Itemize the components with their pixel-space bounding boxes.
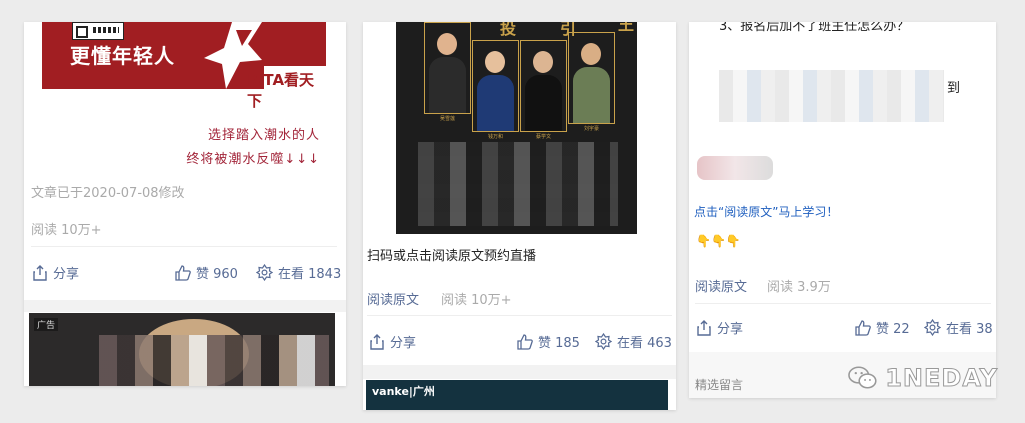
watermark-text: 1NEDAY bbox=[885, 364, 998, 393]
like-button[interactable]: 赞 960 bbox=[175, 263, 238, 282]
read-original-link[interactable]: 阅读原文 bbox=[367, 289, 419, 308]
speaker-4-name: 刘宇豪 bbox=[583, 126, 599, 132]
share-icon bbox=[33, 264, 47, 281]
divider bbox=[367, 315, 672, 316]
speaker-1: 吴雪莲 bbox=[424, 22, 471, 122]
video-ad[interactable]: 广告 bbox=[29, 313, 335, 386]
quote-line-2: 终将被潮水反噬↓↓↓ bbox=[186, 152, 320, 167]
wow-icon bbox=[256, 264, 273, 281]
read-original-link[interactable]: 阅读原文 bbox=[695, 276, 747, 295]
speaker-3: 蔡学文 bbox=[520, 40, 567, 140]
brand-name: ISTA看天下 bbox=[247, 71, 315, 110]
article-card-3: 3、报名后加不了班主任怎么办？ 到 点击“阅读原文”马上学习！ 👇👇👇 阅读原文… bbox=[689, 22, 996, 398]
read-count: 阅读 10万+ bbox=[31, 223, 102, 238]
share-button[interactable]: 分享 bbox=[32, 263, 79, 282]
share-icon bbox=[370, 333, 384, 350]
share-icon bbox=[697, 319, 711, 336]
action-bar: 分享 赞 185 在看 463 bbox=[363, 330, 676, 354]
vanke-ad[interactable]: vanke|广州 bbox=[366, 380, 668, 410]
qr-code-icon bbox=[72, 22, 124, 40]
speaker-2-name: 钱万和 bbox=[487, 134, 503, 140]
share-label: 分享 bbox=[53, 267, 80, 282]
like-label: 赞 22 bbox=[876, 322, 910, 337]
modified-date: 文章已于2020-07-08修改 bbox=[31, 186, 185, 201]
divider bbox=[31, 246, 337, 247]
read-count: 阅读 3.9万 bbox=[767, 280, 831, 295]
share-button[interactable]: 分享 bbox=[696, 318, 743, 337]
poster-text-3: 王 bbox=[615, 22, 634, 32]
article-card-2: 投 引 王 吴雪莲 钱万和 蔡学文 刘宇豪 扫码或点击阅读原文预约直播 阅读原文… bbox=[363, 22, 676, 410]
thumbs-up-icon bbox=[517, 333, 533, 350]
pixelated-region bbox=[719, 70, 944, 122]
banner-slogan: 更懂年轻人 bbox=[70, 44, 175, 68]
share-button[interactable]: 分享 bbox=[369, 332, 416, 351]
ad-banner[interactable]: 更懂年轻人 ISTA看天下 bbox=[42, 22, 346, 110]
watch-label: 在看 1843 bbox=[278, 267, 342, 282]
quote-line-1: 选择踏入潮水的人 bbox=[207, 128, 320, 143]
section-gap bbox=[363, 365, 676, 379]
like-button[interactable]: 赞 22 bbox=[855, 318, 910, 337]
speaker-1-name: 吴雪莲 bbox=[439, 116, 455, 122]
caption: 扫码或点击阅读原文预约直播 bbox=[367, 249, 537, 264]
like-label: 赞 185 bbox=[538, 336, 580, 351]
section-gap bbox=[24, 300, 346, 312]
pixelated-region bbox=[99, 335, 329, 386]
like-button[interactable]: 赞 185 bbox=[517, 332, 580, 351]
poster-text-1: 投 bbox=[497, 22, 516, 36]
comments-heading: 精选留言 bbox=[695, 378, 744, 392]
pointing-down-icons: 👇👇👇 bbox=[696, 234, 741, 248]
wechat-icon bbox=[848, 366, 877, 389]
ad-tag: 广告 bbox=[34, 318, 59, 331]
share-label: 分享 bbox=[717, 322, 744, 337]
thumbs-up-icon bbox=[855, 319, 871, 336]
like-label: 赞 960 bbox=[196, 267, 238, 282]
read-original-prompt[interactable]: 点击“阅读原文”马上学习！ bbox=[694, 203, 838, 220]
speaker-2: 钱万和 bbox=[472, 40, 519, 140]
speaker-3-name: 蔡学文 bbox=[535, 134, 551, 140]
livestream-poster[interactable]: 投 引 王 吴雪莲 钱万和 蔡学文 刘宇豪 bbox=[396, 22, 637, 234]
speaker-4: 刘宇豪 bbox=[568, 32, 615, 132]
thumbs-up-icon bbox=[175, 264, 191, 281]
article-card-1: 更懂年轻人 ISTA看天下 选择踏入潮水的人 终将被潮水反噬↓↓↓ 文章已于20… bbox=[24, 22, 346, 386]
share-label: 分享 bbox=[390, 336, 417, 351]
watch-button[interactable]: 在看 38 bbox=[924, 318, 993, 337]
question-heading: 3、报名后加不了班主任怎么办？ bbox=[719, 22, 910, 34]
read-count: 阅读 10万+ bbox=[441, 293, 512, 308]
action-bar: 分享 赞 960 在看 1843 bbox=[24, 261, 346, 285]
wow-icon bbox=[595, 333, 612, 350]
watch-button[interactable]: 在看 1843 bbox=[256, 263, 341, 282]
watch-button[interactable]: 在看 463 bbox=[595, 332, 672, 351]
wow-icon bbox=[924, 319, 941, 336]
text-fragment: 到 bbox=[947, 81, 961, 96]
watch-label: 在看 38 bbox=[946, 322, 993, 337]
ad-logo: vanke|广州 bbox=[372, 385, 435, 398]
divider bbox=[695, 303, 991, 304]
action-bar: 分享 赞 22 在看 38 bbox=[689, 316, 996, 340]
watch-label: 在看 463 bbox=[617, 336, 672, 351]
watermark: 1NEDAY bbox=[848, 362, 998, 394]
pixelated-region bbox=[418, 142, 618, 226]
pixelated-region bbox=[697, 156, 773, 180]
